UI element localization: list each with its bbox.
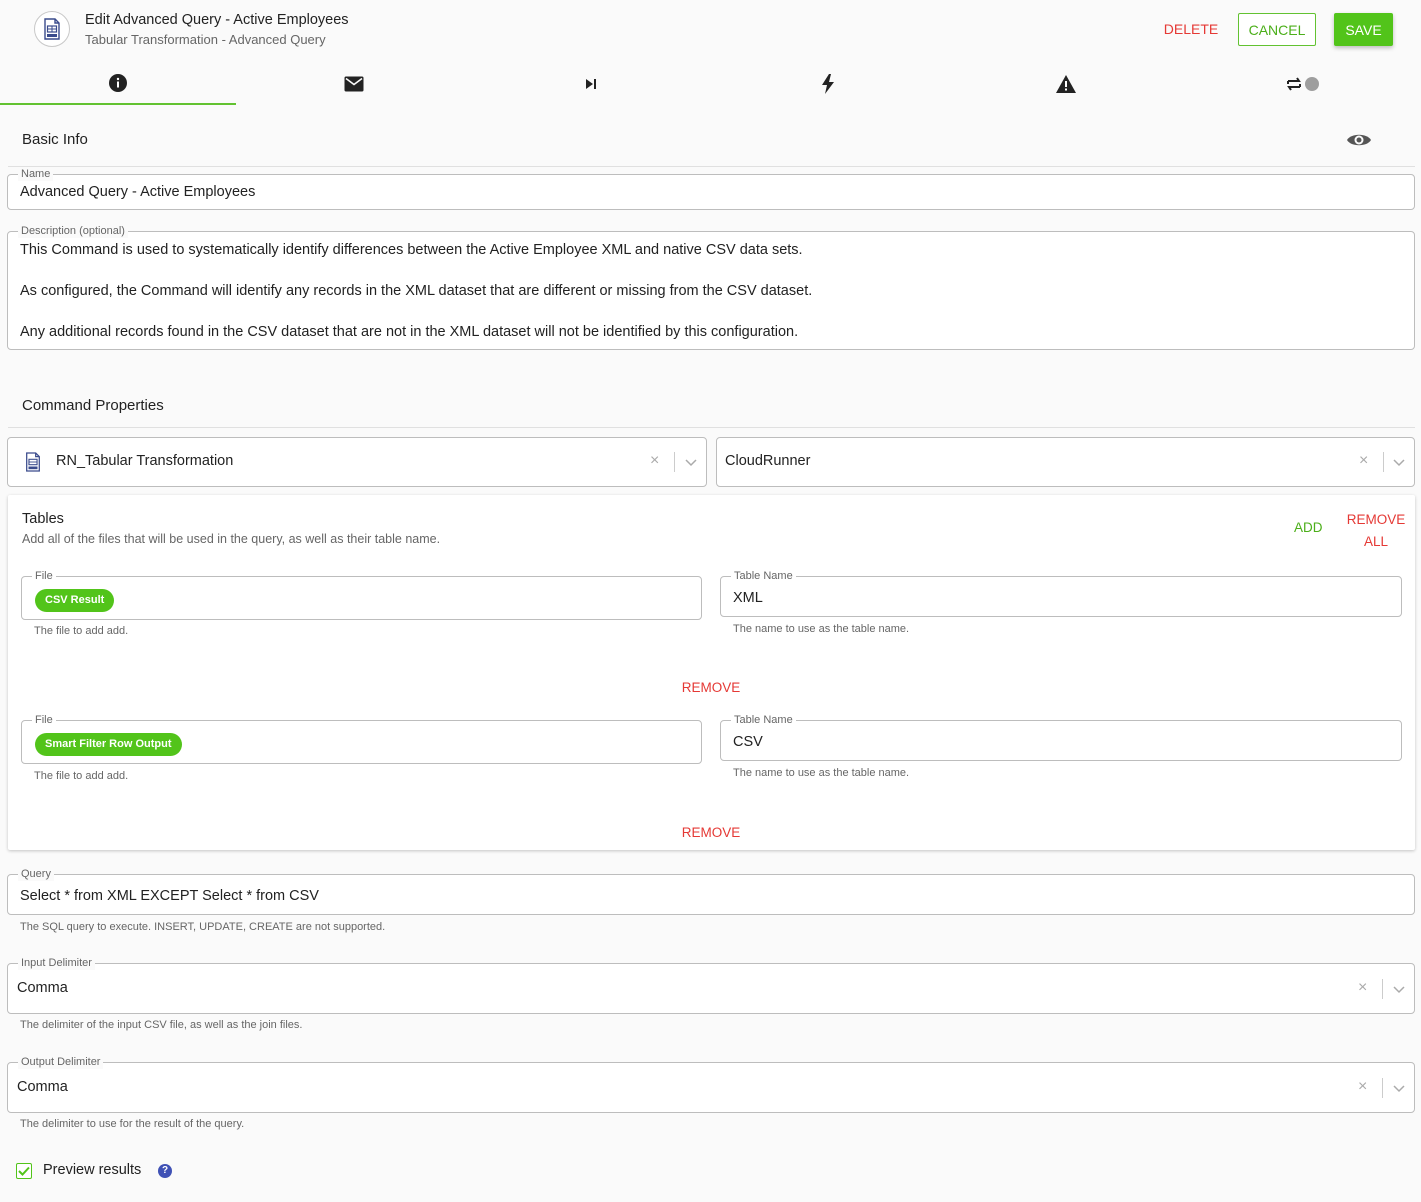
- description-field[interactable]: Description (optional) This Command is u…: [7, 224, 1415, 350]
- remove-all-label: ALL: [1363, 534, 1389, 549]
- name-value: Advanced Query - Active Employees: [20, 184, 256, 200]
- tab-bar: [0, 62, 1421, 105]
- table-name-label: Table Name: [731, 569, 796, 583]
- select-separator: [674, 452, 675, 472]
- clear-icon[interactable]: ×: [1358, 979, 1367, 997]
- chevron-down-icon[interactable]: [684, 458, 698, 468]
- command-select[interactable]: RN_Tabular Transformation ×: [7, 437, 707, 487]
- tab-triggers[interactable]: [710, 62, 946, 105]
- remove-row-button[interactable]: REMOVE: [671, 680, 751, 695]
- input-delimiter-select[interactable]: Input Delimiter Comma ×: [7, 956, 1415, 1014]
- input-delimiter-helper: The delimiter of the input CSV file, as …: [20, 1019, 303, 1031]
- select-separator: [1383, 452, 1384, 472]
- page-subtitle: Tabular Transformation - Advanced Query: [85, 32, 326, 47]
- tab-notifications[interactable]: [236, 62, 472, 105]
- clear-icon[interactable]: ×: [1359, 452, 1368, 470]
- table-name-value: XML: [733, 590, 763, 606]
- preview-results-label[interactable]: Preview results: [43, 1162, 141, 1178]
- table-name-label: Table Name: [731, 713, 796, 727]
- select-separator: [1382, 979, 1383, 999]
- chevron-down-icon[interactable]: [1392, 1084, 1406, 1094]
- chevron-down-icon[interactable]: [1392, 985, 1406, 995]
- cancel-button[interactable]: CANCEL: [1238, 13, 1316, 46]
- file-chip[interactable]: CSV Result: [35, 589, 115, 612]
- save-button[interactable]: SAVE: [1334, 13, 1393, 46]
- select-separator: [1382, 1078, 1383, 1098]
- clear-icon[interactable]: ×: [650, 452, 659, 470]
- clear-icon[interactable]: ×: [1358, 1078, 1367, 1096]
- tab-next[interactable]: [473, 62, 709, 105]
- table-name-field[interactable]: Table Name CSV: [720, 713, 1402, 761]
- lightning-icon: [822, 73, 834, 94]
- preview-results-checkbox[interactable]: [16, 1163, 32, 1179]
- mail-icon: [344, 76, 364, 91]
- description-line: As configured, the Command will identify…: [20, 283, 813, 299]
- info-icon: [109, 73, 127, 92]
- input-delimiter-value: Comma: [17, 980, 68, 996]
- table-name-helper: The name to use as the table name.: [733, 623, 910, 635]
- table-name-value: CSV: [733, 734, 763, 750]
- divider: [8, 427, 1415, 428]
- warning-icon: [1056, 74, 1076, 93]
- tables-card: Tables Add all of the files that will be…: [8, 495, 1415, 850]
- tables-subtitle: Add all of the files that will be used i…: [22, 532, 441, 546]
- output-delimiter-value: Comma: [17, 1079, 68, 1095]
- file-field[interactable]: File Smart Filter Row Output: [21, 713, 702, 764]
- tab-repeat[interactable]: [1185, 62, 1421, 105]
- tables-title: Tables: [22, 511, 64, 527]
- page-header: Edit Advanced Query - Active Employees T…: [0, 0, 1421, 60]
- divider: [8, 166, 1415, 167]
- query-field[interactable]: Query Select * from XML EXCEPT Select * …: [7, 867, 1415, 915]
- name-field[interactable]: Name Advanced Query - Active Employees: [7, 167, 1415, 210]
- runner-select-value: CloudRunner: [725, 453, 811, 469]
- output-delimiter-label: Output Delimiter: [18, 1055, 104, 1069]
- table-name-field[interactable]: Table Name XML: [720, 569, 1402, 617]
- description-label: Description (optional): [18, 224, 128, 238]
- page-title: Edit Advanced Query - Active Employees: [85, 12, 349, 28]
- name-label: Name: [18, 167, 54, 181]
- output-delimiter-select[interactable]: Output Delimiter Comma ×: [7, 1055, 1415, 1113]
- input-delimiter-label: Input Delimiter: [18, 956, 95, 970]
- query-helper: The SQL query to execute. INSERT, UPDATE…: [20, 921, 386, 933]
- file-label: File: [32, 713, 56, 727]
- file-helper: The file to add add.: [34, 770, 129, 782]
- file-label: File: [32, 569, 56, 583]
- tabular-transformation-icon: [26, 452, 40, 472]
- chevron-down-icon[interactable]: [1392, 458, 1406, 468]
- query-value: Select * from XML EXCEPT Select * from C…: [20, 888, 319, 904]
- tab-errors[interactable]: [948, 62, 1184, 105]
- table-name-helper: The name to use as the table name.: [733, 767, 910, 779]
- tabular-transformation-app-icon: [34, 11, 70, 47]
- remove-all-label: REMOVE: [1346, 512, 1406, 527]
- file-field[interactable]: File CSV Result: [21, 569, 702, 620]
- runner-select[interactable]: CloudRunner ×: [716, 437, 1415, 487]
- checkmark-icon: [18, 1166, 30, 1176]
- delete-button[interactable]: DELETE: [1160, 14, 1222, 44]
- help-icon[interactable]: ?: [158, 1164, 172, 1178]
- add-table-button[interactable]: ADD: [1294, 520, 1323, 535]
- skip-next-icon: [586, 78, 596, 89]
- remove-row-button[interactable]: REMOVE: [671, 825, 751, 840]
- remove-all-button[interactable]: REMOVE ALL: [1344, 509, 1408, 553]
- basic-info-heading: Basic Info: [22, 131, 88, 148]
- eye-icon[interactable]: [1346, 130, 1372, 150]
- file-helper: The file to add add.: [34, 625, 129, 637]
- description-line: Any additional records found in the CSV …: [20, 324, 799, 340]
- query-label: Query: [18, 867, 54, 881]
- output-delimiter-helper: The delimiter to use for the result of t…: [20, 1118, 245, 1130]
- description-line: This Command is used to systematically i…: [20, 242, 803, 258]
- file-chip[interactable]: Smart Filter Row Output: [35, 733, 182, 756]
- command-properties-heading: Command Properties: [22, 397, 164, 414]
- tab-info[interactable]: [0, 62, 236, 105]
- command-select-value: RN_Tabular Transformation: [56, 453, 234, 469]
- repeat-toggle-icon: [1287, 76, 1319, 91]
